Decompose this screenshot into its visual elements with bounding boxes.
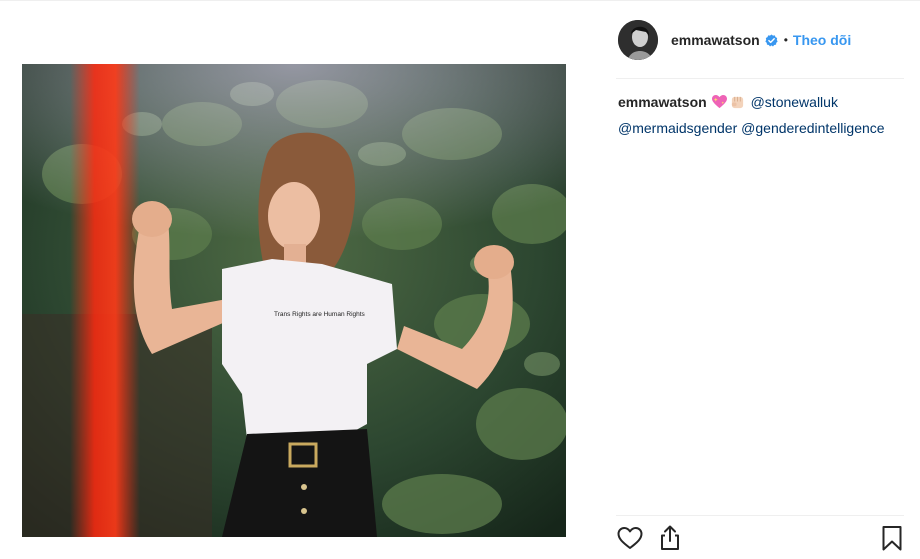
actions-divider [616, 515, 904, 516]
post-caption: emmawatson @stonewalluk @mermaidsgender … [618, 89, 910, 141]
mention-mermaidsgender[interactable]: @mermaidsgender [618, 120, 737, 136]
header-separator-dot: • [783, 33, 788, 47]
heart-icon[interactable] [616, 524, 644, 552]
post-header: emmawatson • Theo dõi [618, 19, 908, 61]
verified-badge-icon [765, 33, 778, 46]
raised-fist-icon [731, 96, 743, 109]
header-divider [616, 78, 904, 79]
share-icon[interactable] [656, 524, 684, 552]
post-photo[interactable]: Trans Rights are Human Rights [22, 64, 566, 537]
photo-area: Trans Rights are Human Rights [0, 1, 587, 559]
mention-genderedintelligence[interactable]: @genderedintelligence [741, 120, 884, 136]
mention-stonewalluk[interactable]: @stonewalluk [751, 94, 838, 110]
avatar[interactable] [618, 20, 658, 60]
header-username[interactable]: emmawatson [671, 32, 760, 48]
post-photo-image: Trans Rights are Human Rights [22, 64, 566, 537]
caption-username[interactable]: emmawatson [618, 94, 707, 110]
post-sidebar: emmawatson • Theo dõi emmawatson @stonew… [600, 0, 920, 559]
sparkling-heart-icon [711, 94, 727, 109]
follow-button[interactable]: Theo dõi [793, 32, 851, 48]
post-actions [616, 522, 906, 556]
shirt-text: Trans Rights are Human Rights [274, 311, 366, 318]
bookmark-icon[interactable] [878, 524, 906, 552]
